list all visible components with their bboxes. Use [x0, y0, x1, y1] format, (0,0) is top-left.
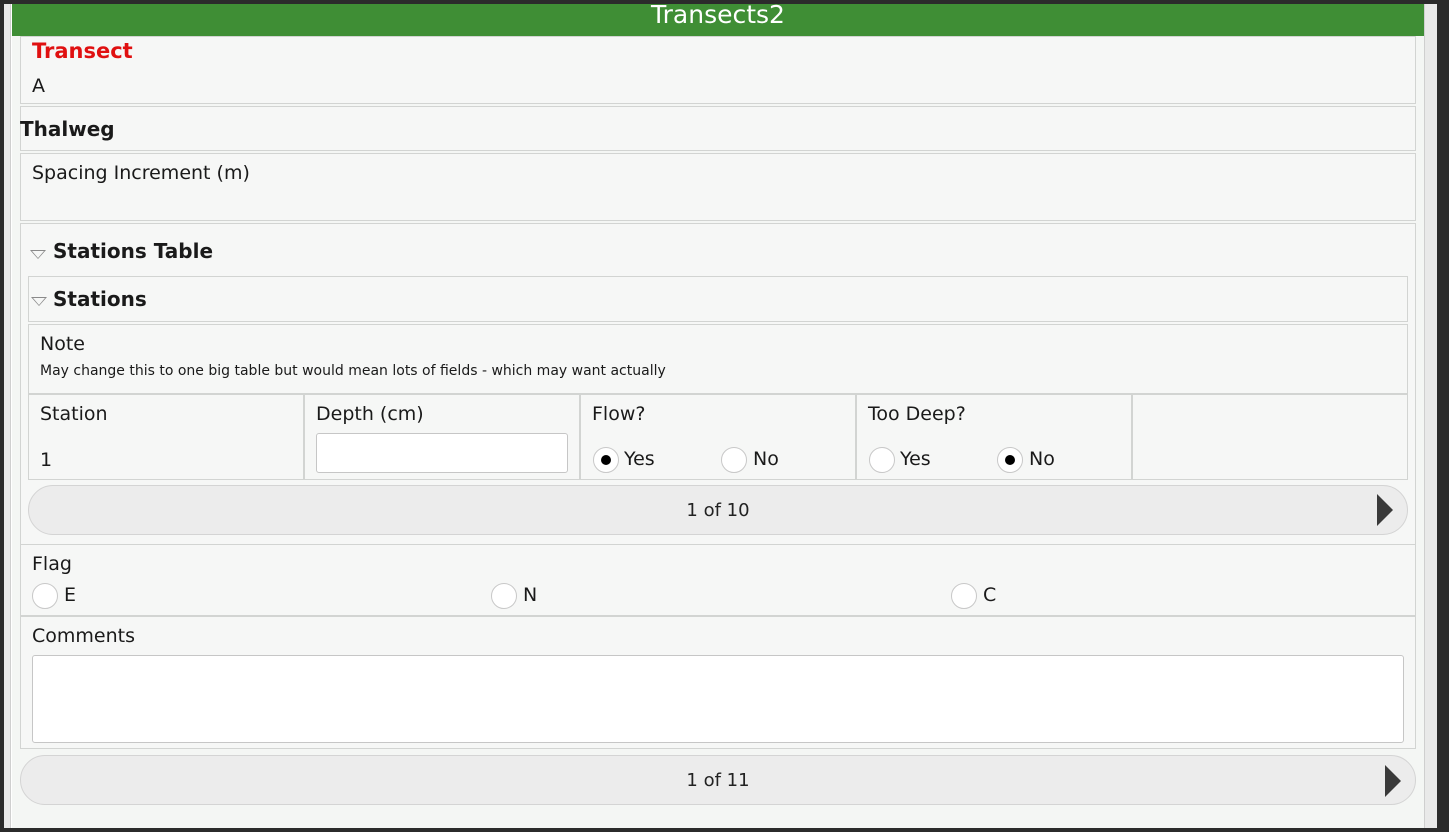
too-deep-cell: Too Deep? Yes No	[856, 394, 1132, 480]
flow-column-label: Flow?	[592, 403, 646, 425]
stations-pager: 1 of 10	[28, 485, 1408, 535]
stations-header[interactable]: Stations	[28, 276, 1408, 322]
too-deep-no-radio[interactable]	[997, 447, 1023, 473]
flow-yes-label[interactable]: Yes	[624, 448, 655, 470]
window-frame-right	[1437, 0, 1449, 832]
stations-title: Stations	[53, 287, 147, 311]
record-pager-text: 1 of 11	[686, 770, 750, 791]
flag-e-label[interactable]: E	[64, 584, 76, 606]
station-value[interactable]: 1	[40, 449, 52, 471]
note-text: May change this to one big table but wou…	[40, 363, 666, 379]
station-column-label: Station	[40, 403, 108, 425]
flag-c-radio[interactable]	[951, 583, 977, 609]
too-deep-yes-label[interactable]: Yes	[900, 448, 931, 470]
transect-label: Transect	[32, 39, 133, 63]
too-deep-no-label[interactable]: No	[1029, 448, 1055, 470]
left-gutter	[4, 4, 11, 828]
flag-label: Flag	[32, 553, 72, 575]
transect-value[interactable]: A	[32, 75, 45, 97]
note-label: Note	[40, 333, 85, 355]
title-bar: Transects2	[12, 4, 1424, 36]
transect-field: Transect A	[20, 36, 1416, 104]
next-arrow-icon[interactable]	[1385, 765, 1401, 797]
flag-e-radio[interactable]	[32, 583, 58, 609]
comments-label: Comments	[32, 625, 135, 647]
flow-no-label[interactable]: No	[753, 448, 779, 470]
too-deep-yes-radio[interactable]	[869, 447, 895, 473]
comments-textarea[interactable]	[32, 655, 1404, 743]
note-field: Note May change this to one big table bu…	[28, 324, 1408, 394]
flow-no-radio[interactable]	[721, 447, 747, 473]
next-arrow-icon[interactable]	[1377, 494, 1393, 526]
record-pager: 1 of 11	[20, 755, 1416, 805]
too-deep-column-label: Too Deep?	[868, 403, 966, 425]
window-frame-bottom	[0, 828, 1449, 832]
thalweg-group: Thalweg	[20, 106, 1416, 151]
window-title: Transects2	[651, 4, 785, 29]
comments-field: Comments	[20, 616, 1416, 749]
right-gutter	[1424, 4, 1437, 828]
station-cell: Station 1	[28, 394, 304, 480]
flag-c-label[interactable]: C	[983, 584, 996, 606]
flag-field: Flag E N C	[20, 544, 1416, 616]
flag-n-radio[interactable]	[491, 583, 517, 609]
empty-cell	[1132, 394, 1408, 480]
flow-cell: Flow? Yes No	[580, 394, 856, 480]
collapse-triangle-icon[interactable]	[31, 297, 47, 306]
flag-n-label[interactable]: N	[523, 584, 537, 606]
survey-form: Transect A Thalweg Spacing Increment (m)…	[12, 36, 1424, 828]
flow-yes-radio[interactable]	[593, 447, 619, 473]
thalweg-label: Thalweg	[20, 117, 115, 141]
depth-cell: Depth (cm)	[304, 394, 580, 480]
spacing-increment-label: Spacing Increment (m)	[32, 162, 250, 184]
stations-pager-text: 1 of 10	[686, 500, 750, 521]
depth-input[interactable]	[316, 433, 568, 473]
collapse-triangle-icon[interactable]	[30, 250, 46, 259]
spacing-increment-field[interactable]: Spacing Increment (m)	[20, 153, 1416, 221]
depth-column-label: Depth (cm)	[316, 403, 424, 425]
stations-table-title[interactable]: Stations Table	[53, 239, 213, 263]
